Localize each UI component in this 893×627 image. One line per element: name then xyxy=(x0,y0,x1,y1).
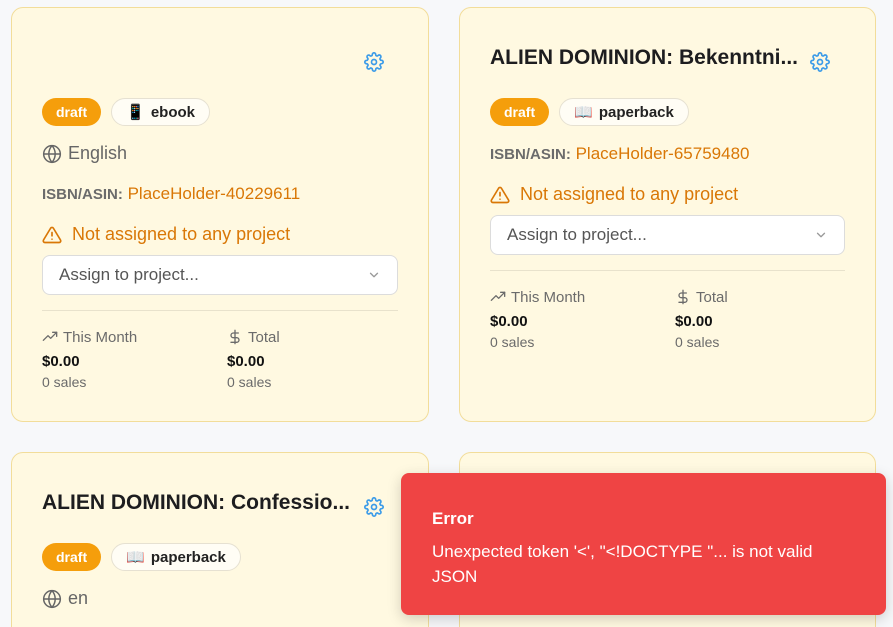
book-card: ALIEN DOMINION: Bekenntni... draft 📖 pap… xyxy=(459,7,876,422)
chevron-down-icon xyxy=(369,272,379,278)
dollar-icon xyxy=(678,289,688,305)
isbn-label: ISBN/ASIN: xyxy=(42,186,123,203)
stat-amount: $0.00 xyxy=(42,353,80,370)
stat-amount: $0.00 xyxy=(675,313,713,330)
badge-row: draft 📱 ebook xyxy=(42,98,210,126)
assign-placeholder: Assign to project... xyxy=(59,265,199,284)
badge-row: draft 📖 paperback xyxy=(490,98,689,126)
dollar-icon xyxy=(230,329,240,345)
language-row: English xyxy=(42,143,127,164)
isbn-row: ISBN/ASIN: PlaceHolder-40229611 xyxy=(42,184,300,204)
globe-icon xyxy=(42,589,62,609)
gear-icon[interactable] xyxy=(364,52,384,72)
gear-icon[interactable] xyxy=(364,497,384,517)
book-title: ALIEN DOMINION: Confessio... xyxy=(42,491,351,514)
assign-project-select[interactable]: Assign to project... xyxy=(42,255,398,295)
trending-up-icon xyxy=(42,331,58,341)
isbn-value: PlaceHolder-65759480 xyxy=(575,144,750,163)
stat-sales: 0 sales xyxy=(42,374,87,390)
language-label: English xyxy=(68,143,128,163)
divider xyxy=(42,310,398,311)
assign-project-select[interactable]: Assign to project... xyxy=(490,215,845,255)
book-icon: 📖 xyxy=(574,104,593,121)
stat-total: Total $0.00 0 sales xyxy=(675,287,855,351)
tablet-icon: 📱 xyxy=(126,104,145,121)
language-row: en xyxy=(42,588,88,609)
chevron-down-icon xyxy=(816,232,826,238)
warning-icon xyxy=(490,185,510,205)
divider xyxy=(490,270,845,271)
status-badge: draft xyxy=(42,98,102,126)
unassigned-warning: Not assigned to any project xyxy=(42,224,290,245)
book-title: ALIEN DOMINION: Bekenntni... xyxy=(490,46,799,69)
isbn-label: ISBN/ASIN: xyxy=(490,146,571,163)
stat-label: Total xyxy=(696,288,728,306)
unassigned-warning: Not assigned to any project xyxy=(490,184,738,205)
format-badge: 📖 paperback xyxy=(111,543,241,571)
format-label: paperback xyxy=(598,103,674,121)
stat-this-month: This Month $0.00 0 sales xyxy=(42,327,222,391)
stat-label: Total xyxy=(248,328,280,346)
book-card: ALIEN DOMINION: Confessio... draft 📖 pap… xyxy=(11,452,429,627)
language-label: en xyxy=(68,588,89,608)
stat-total: Total $0.00 0 sales xyxy=(227,327,407,391)
format-badge: 📖 paperback xyxy=(559,98,689,126)
stat-sales: 0 sales xyxy=(490,334,535,350)
error-toast[interactable]: Error Unexpected token '<', "<!DOCTYPE "… xyxy=(401,473,886,615)
warning-icon xyxy=(42,225,62,245)
stat-sales: 0 sales xyxy=(227,374,272,390)
trending-up-icon xyxy=(490,291,506,301)
stat-label: This Month xyxy=(63,328,138,346)
status-badge: draft xyxy=(42,543,102,571)
globe-icon xyxy=(42,144,62,164)
isbn-row: ISBN/ASIN: PlaceHolder-65759480 xyxy=(490,144,749,164)
format-label: paperback xyxy=(150,548,226,566)
badge-row: draft 📖 paperback xyxy=(42,543,241,571)
warning-text: Not assigned to any project xyxy=(520,184,739,204)
assign-placeholder: Assign to project... xyxy=(507,225,647,244)
stat-this-month: This Month $0.00 0 sales xyxy=(490,287,670,351)
stat-sales: 0 sales xyxy=(675,334,720,350)
format-label: ebook xyxy=(150,103,195,121)
stat-label: This Month xyxy=(511,288,586,306)
gear-icon[interactable] xyxy=(810,52,830,72)
toast-title: Error xyxy=(432,509,474,528)
format-badge: 📱 ebook xyxy=(111,98,210,126)
toast-message: Unexpected token '<', "<!DOCTYPE "... is… xyxy=(432,542,813,586)
isbn-value: PlaceHolder-40229611 xyxy=(127,184,301,203)
stat-amount: $0.00 xyxy=(227,353,265,370)
warning-text: Not assigned to any project xyxy=(72,224,291,244)
book-icon: 📖 xyxy=(126,549,145,566)
status-badge: draft xyxy=(490,98,550,126)
stat-amount: $0.00 xyxy=(490,313,528,330)
book-card: draft 📱 ebook English ISBN/ASIN: PlaceHo… xyxy=(11,7,429,422)
